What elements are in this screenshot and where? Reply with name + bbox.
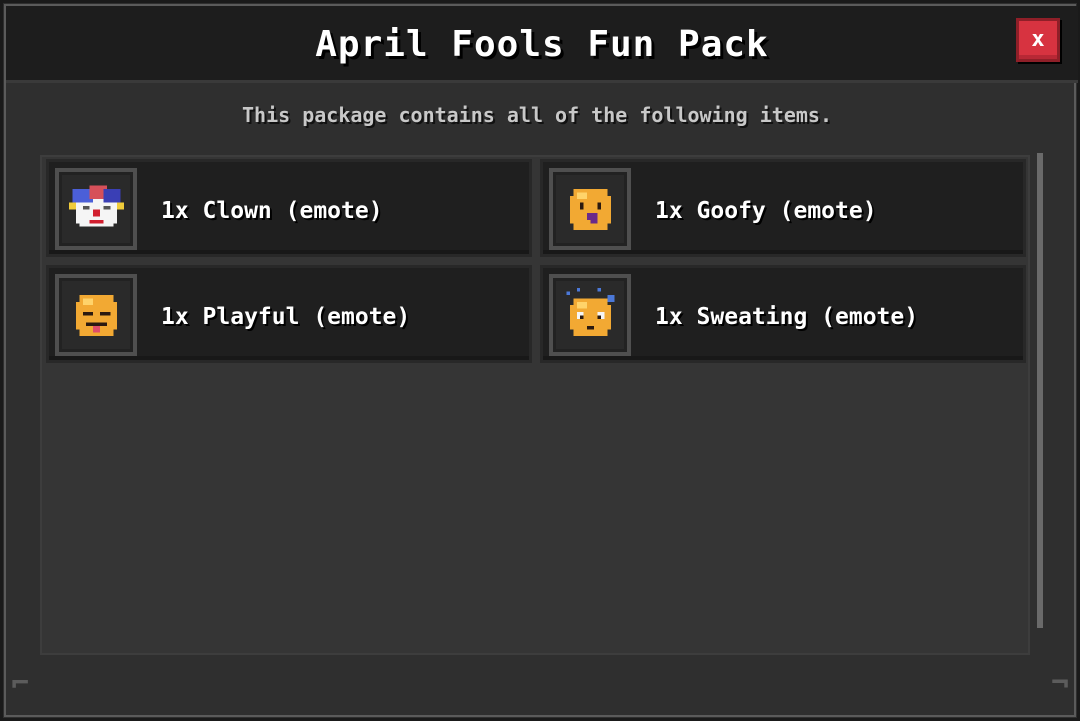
modal-title: April Fools Fun Pack: [315, 24, 769, 65]
package-description: This package contains all of the followi…: [241, 103, 832, 127]
scrollbar[interactable]: [1037, 153, 1043, 628]
modal-title-bar: April Fools Fun Pack x: [6, 6, 1078, 83]
list-item: 1x Clown (emote): [46, 159, 532, 257]
item-label: 1x Sweating (emote): [655, 304, 919, 330]
item-slot: [55, 274, 137, 356]
corner-ornament-left: ⌐: [11, 666, 30, 701]
item-slot: [549, 168, 631, 250]
package-modal: April Fools Fun Pack x This package cont…: [0, 0, 1080, 721]
close-button[interactable]: x: [1016, 18, 1060, 62]
corner-ornament-right: ¬: [1050, 666, 1069, 701]
package-content: This package contains all of the followi…: [14, 91, 1060, 673]
list-item: 1x Goofy (emote): [540, 159, 1026, 257]
item-slot: [549, 274, 631, 356]
item-label: 1x Goofy (emote): [655, 198, 877, 224]
playful-emote-icon: [75, 294, 118, 337]
clown-emote-icon: [69, 185, 124, 227]
item-slot: [55, 168, 137, 250]
goofy-emote-icon: [569, 188, 612, 231]
list-item: 1x Playful (emote): [46, 265, 532, 363]
sweating-emote-icon: [566, 288, 615, 337]
list-item: 1x Sweating (emote): [540, 265, 1026, 363]
item-label: 1x Clown (emote): [161, 198, 383, 224]
item-label: 1x Playful (emote): [161, 304, 411, 330]
